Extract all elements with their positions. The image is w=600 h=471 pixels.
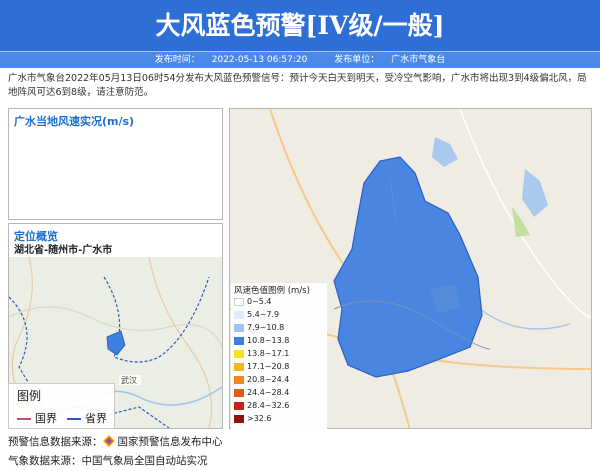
nmc-logo-icon: [102, 435, 115, 447]
legend-title: 图例: [17, 389, 42, 403]
wind-speed-color-scale: 风速色值图例 (m/s) 0~5.4 5.4~7.9 7.9~10.8 10.8…: [231, 283, 327, 429]
scale-row: 10.8~13.8: [234, 335, 289, 346]
publish-time: 2022-05-13 06:57:20: [211, 55, 308, 65]
scale-row: 28.4~32.6: [234, 400, 289, 411]
scale-row: 24.4~28.4: [234, 387, 289, 398]
map-legend: 图例 国界 省界: [8, 383, 115, 429]
location-subtitle: 湖北省-随州市-广水市: [14, 245, 113, 256]
scale-title: 风速色值图例 (m/s): [234, 286, 310, 296]
publish-unit: 广水市气象台: [391, 55, 446, 65]
warning-title: 大风蓝色预警[IV级/一般]: [0, 0, 600, 52]
scale-row: 13.8~17.1: [234, 348, 289, 359]
legend-item-province-border: 省界: [67, 410, 107, 426]
scale-row: >32.6: [234, 413, 272, 424]
weather-source: 中国气象局全国自动站实况: [81, 455, 208, 467]
province-border-line-icon: [67, 418, 81, 420]
scale-row: 20.8~24.4: [234, 374, 289, 385]
warning-source-label: 预警信息数据来源：: [8, 436, 103, 448]
wuhan-label: 武汉: [121, 375, 137, 385]
scale-row: 17.1~20.8: [234, 361, 289, 372]
wind-panel-title: 广水当地风速实况(m/s): [14, 115, 135, 128]
wind-speed-panel: 广水当地风速实况(m/s): [8, 108, 223, 220]
warning-source-line: 预警信息数据来源： 国家预警信息发布中心: [8, 434, 223, 449]
weather-source-label: 气象数据来源：: [8, 455, 82, 467]
scale-row: 0~5.4: [234, 296, 272, 307]
publish-info-bar: 发布时间： 2022-05-13 06:57:20 发布单位： 广水市气象台: [0, 52, 600, 68]
publish-unit-label: 发布单位：: [334, 55, 380, 65]
scale-row: 7.9~10.8: [234, 322, 284, 333]
publish-time-label: 发布时间：: [154, 55, 200, 65]
national-border-line-icon: [17, 418, 31, 420]
warning-source-link[interactable]: 国家预警信息发布中心: [118, 436, 223, 448]
weather-source-line: 气象数据来源：中国气象局全国自动站实况: [8, 453, 208, 468]
scale-row: 5.4~7.9: [234, 309, 279, 320]
warning-description: 广水市气象台2022年05月13日06时54分发布大风蓝色预警信号：预计今天白天…: [8, 73, 587, 98]
legend-item-national-border: 国界: [17, 410, 57, 426]
